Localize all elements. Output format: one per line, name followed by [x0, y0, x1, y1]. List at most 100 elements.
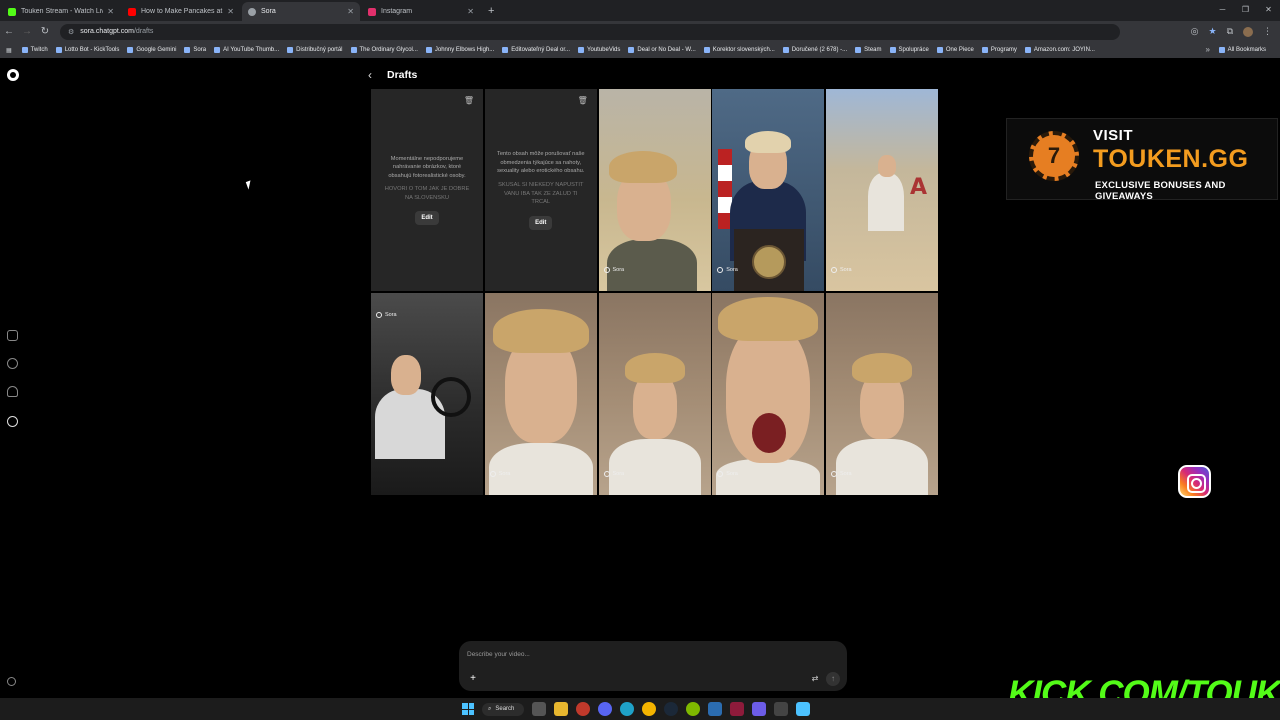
bookmark-item[interactable]: Spolupráce [889, 47, 929, 53]
close-tab-icon[interactable]: ✕ [107, 7, 114, 16]
sora-logo-icon[interactable] [7, 69, 19, 81]
settings-icon[interactable] [7, 677, 16, 686]
edit-button[interactable]: Edit [415, 211, 439, 226]
edit-button[interactable]: Edit [529, 215, 553, 230]
draft-video-thumbnail[interactable]: A Sora [826, 89, 938, 291]
moderation-message: Momentálne nepodporujeme nahrávanie obrá… [388, 155, 466, 179]
close-tab-icon[interactable]: ✕ [347, 7, 354, 16]
bookmark-item[interactable]: Sora [184, 47, 206, 53]
address-bar[interactable]: ⚙ sora.chatgpt.com/drafts [60, 23, 1120, 40]
back-icon[interactable]: ← [0, 26, 18, 37]
drafts-header: ‹ Drafts [368, 68, 417, 82]
bell-icon[interactable] [7, 386, 18, 397]
bookmark-item[interactable]: The Ordinary Glycol... [350, 47, 418, 53]
new-tab-button[interactable]: + [488, 2, 494, 21]
bookmark-item[interactable]: One Piece [936, 47, 974, 53]
trash-icon[interactable]: 🗑 [578, 96, 588, 105]
sora-logo-icon [376, 312, 382, 318]
taskbar-search[interactable]: ⌕ Search [482, 702, 525, 716]
notepad-icon[interactable] [796, 702, 811, 716]
tab-sora[interactable]: Sora ✕ [242, 2, 360, 21]
windows-start-icon[interactable] [462, 703, 474, 715]
back-button[interactable]: ‹ [368, 68, 382, 82]
draft-video-thumbnail[interactable]: Sora [598, 293, 711, 495]
maximize-icon[interactable]: ❐ [1234, 0, 1257, 21]
add-media-button[interactable]: + [467, 673, 479, 685]
mouse-cursor-icon [245, 180, 254, 190]
folder-icon [1218, 47, 1225, 53]
sora-logo-icon [603, 471, 610, 477]
bookmark-item[interactable]: Programy [981, 47, 1017, 53]
bookmark-item[interactable]: Distribučný portál [287, 47, 343, 53]
profile-avatar[interactable] [1243, 26, 1253, 37]
forward-icon[interactable]: → [18, 26, 36, 37]
sora-tag: Sora [717, 471, 738, 477]
trash-icon[interactable]: 🗑 [464, 96, 474, 105]
draft-video-thumbnail[interactable]: Sora [484, 293, 597, 495]
app-icon[interactable] [708, 702, 723, 716]
site-info-icon[interactable]: ⚙ [68, 28, 74, 36]
apps-icon[interactable]: ▦ [6, 47, 12, 54]
url-path: /drafts [133, 28, 154, 35]
app-icon[interactable] [752, 702, 767, 716]
app-icon[interactable] [686, 702, 701, 716]
bookmark-item[interactable]: Deal or No Deal - W... [628, 47, 696, 53]
close-window-icon[interactable]: ✕ [1257, 0, 1280, 21]
app-icon[interactable] [576, 702, 591, 716]
bookmark-item[interactable]: YoutubeVids [578, 47, 620, 53]
search-icon[interactable] [7, 358, 18, 369]
eye-off-icon[interactable]: ◎ [1191, 26, 1199, 37]
bookmark-item[interactable]: Lotto Bot - KickTools [55, 47, 119, 53]
task-view-icon[interactable] [532, 702, 547, 716]
minimize-icon[interactable]: ─ [1211, 0, 1234, 21]
all-bookmarks-button[interactable]: All Bookmarks [1218, 42, 1266, 58]
discord-icon[interactable] [598, 702, 613, 716]
bookmark-favicon-icon [214, 47, 221, 53]
windows-taskbar: ⌕ Search [0, 698, 1280, 720]
settings-sliders-icon[interactable]: ⇄ [809, 673, 821, 685]
edge-icon[interactable] [620, 702, 635, 716]
sora-favicon-icon [248, 7, 256, 16]
tab-instagram[interactable]: Instagram ✕ [362, 2, 480, 21]
menu-icon[interactable]: ⋮ [1263, 26, 1272, 37]
bookmark-item[interactable]: Google Gemini [127, 47, 176, 53]
tab-title: Sora [261, 8, 276, 15]
gmail-icon [782, 47, 789, 53]
bookmark-item[interactable]: AI YouTube Thumb... [214, 47, 279, 53]
app-icon[interactable] [774, 702, 789, 716]
file-explorer-icon[interactable] [554, 702, 569, 716]
bookmark-item[interactable]: Amazon.com: JOYIN... [1024, 47, 1095, 53]
moderation-message: Tento obsah môže porušovať naše obmedzen… [497, 151, 585, 175]
extensions-icon[interactable]: ⧉ [1227, 26, 1233, 37]
obs-icon[interactable] [730, 702, 745, 716]
close-tab-icon[interactable]: ✕ [467, 7, 474, 16]
bookmark-item[interactable]: Twitch [21, 47, 48, 53]
profile-icon[interactable] [7, 416, 18, 427]
bookmark-star-icon[interactable]: ★ [1208, 26, 1216, 37]
close-tab-icon[interactable]: ✕ [227, 7, 234, 16]
reload-icon[interactable]: ↻ [36, 26, 54, 37]
bookmark-item[interactable]: Doručené (2 678) -... [782, 47, 847, 53]
chrome-icon[interactable] [642, 702, 657, 716]
draft-video-thumbnail[interactable]: Sora [598, 89, 711, 291]
draft-card-blocked[interactable]: 🗑 Tento obsah môže porušovať naše obmedz… [484, 89, 597, 291]
bookmark-item[interactable]: Johnny Elbows High... [425, 47, 494, 53]
draft-video-thumbnail[interactable]: Sora [826, 293, 938, 495]
draft-video-thumbnail[interactable]: Sora [712, 89, 825, 291]
bookmark-item[interactable]: Korektor slovenských... [703, 47, 775, 53]
send-button[interactable]: ↑ [826, 672, 840, 686]
tab-pancakes[interactable]: How to Make Pancakes at Hom ✕ [122, 2, 240, 21]
steam-icon[interactable] [664, 702, 679, 716]
draft-video-thumbnail[interactable]: Sora [371, 293, 483, 495]
home-icon[interactable] [7, 330, 18, 341]
prompt-input[interactable]: Describe your video... [467, 651, 530, 658]
folder-icon [855, 47, 862, 53]
more-bookmarks-icon[interactable]: » [1206, 42, 1210, 58]
toolbar-icons: ◎ ★ ⧉ ⋮ [1191, 26, 1272, 37]
bookmark-item[interactable]: Steam [855, 47, 882, 53]
tab-touken-stream[interactable]: Touken Stream - Watch Live on ✕ [2, 2, 120, 21]
bookmark-item[interactable]: Editovateľný Deal or... [502, 47, 570, 53]
tab-title: Instagram [381, 8, 413, 15]
draft-video-thumbnail[interactable]: Sora [712, 293, 825, 495]
draft-card-blocked[interactable]: 🗑 Momentálne nepodporujeme nahrávanie ob… [371, 89, 483, 291]
